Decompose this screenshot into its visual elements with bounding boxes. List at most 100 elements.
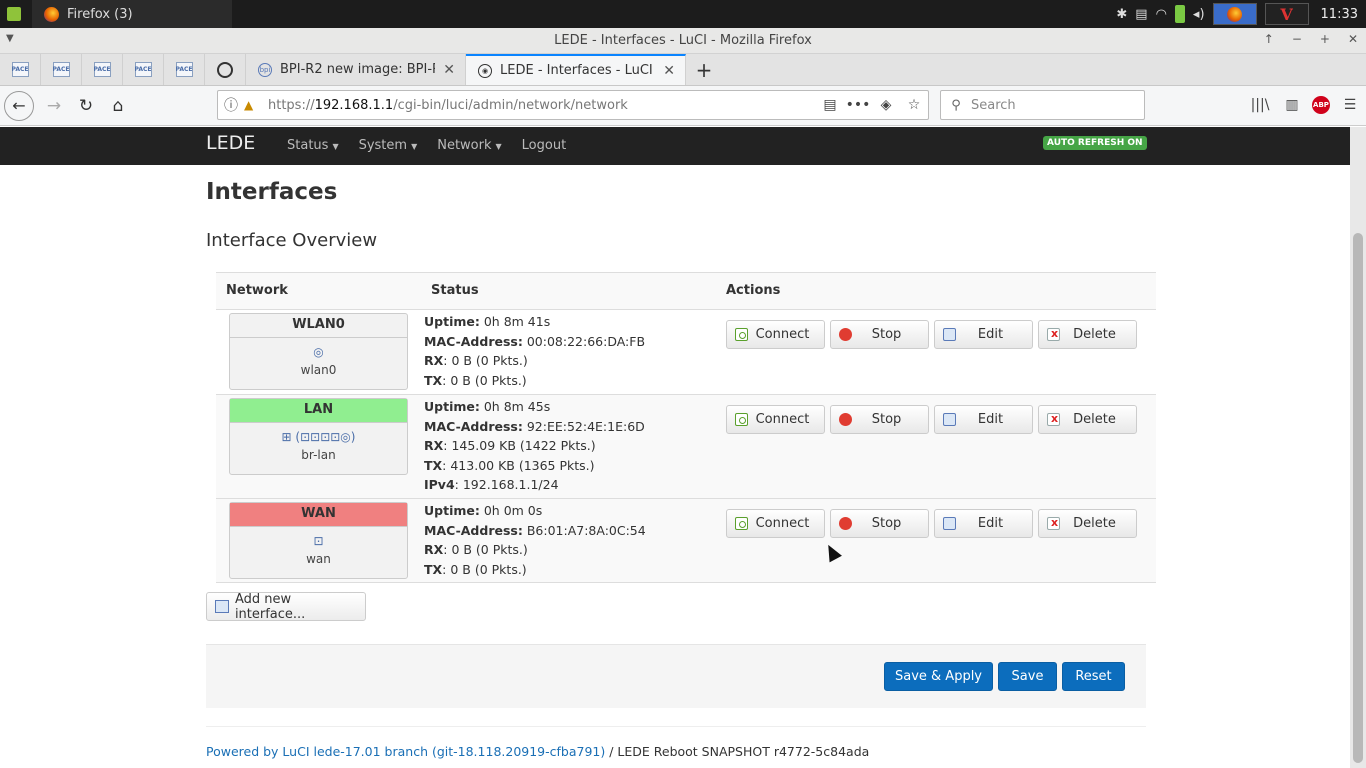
- connect-button[interactable]: Connect: [726, 320, 825, 349]
- reload-button[interactable]: ↻: [70, 90, 102, 122]
- page-title: Interfaces: [206, 179, 338, 205]
- forward-button[interactable]: →: [38, 90, 70, 122]
- edit-button[interactable]: Edit: [934, 405, 1033, 434]
- search-input[interactable]: ⚲ Search: [940, 90, 1145, 120]
- pinned-tab[interactable]: [205, 54, 246, 85]
- add-interface-button[interactable]: Add new interface...: [206, 592, 366, 622]
- new-tab-button[interactable]: +: [686, 54, 722, 85]
- home-button[interactable]: ⌂: [102, 90, 134, 122]
- luci-brand[interactable]: LEDE: [206, 132, 255, 154]
- menu-status[interactable]: Status ▼: [287, 138, 339, 153]
- insecure-lock-icon[interactable]: ▲: [244, 98, 262, 112]
- workspace-firefox-tile[interactable]: [1212, 3, 1257, 25]
- delete-button[interactable]: Delete: [1038, 320, 1137, 349]
- pinned-tab[interactable]: PACE: [164, 54, 205, 85]
- caret-down-icon: ▼: [495, 142, 502, 151]
- tab-bpi-r2[interactable]: bpi BPI-R2 new image: BPI-R2 ✕: [246, 54, 466, 85]
- delete-icon: [1047, 516, 1060, 530]
- os-taskbar: Firefox (3) ✱ ▤ ◠ ◂) V 11:33: [0, 0, 1366, 28]
- connect-button[interactable]: Connect: [726, 405, 825, 434]
- auto-refresh-badge[interactable]: AUTO REFRESH ON: [1043, 136, 1147, 150]
- search-placeholder: Search: [971, 97, 1016, 113]
- page-actions-icon[interactable]: •••: [844, 97, 872, 113]
- toolbar-extensions: |||\ ▥ ABP ☰: [1248, 90, 1362, 120]
- navigation-toolbar: ← → ↻ ⌂ ⓘ ▲ https://192.168.1.1/cgi-bin/…: [0, 86, 1366, 126]
- page-viewport: LEDE Status ▼ System ▼ Network ▼ Logout AUT…: [0, 127, 1350, 768]
- save-button[interactable]: Save: [998, 662, 1057, 691]
- pinned-tab[interactable]: PACE: [0, 54, 41, 85]
- workspace-vim-tile[interactable]: V: [1264, 3, 1309, 25]
- table-row: WAN ⊡ wan Uptime: 0h 0m 0s MAC-Address: …: [216, 499, 1156, 583]
- add-icon: [215, 600, 229, 613]
- tab-close-icon[interactable]: ✕: [663, 63, 675, 79]
- stop-icon: [839, 413, 852, 426]
- maximize-icon[interactable]: +: [1320, 32, 1330, 46]
- menu-logout[interactable]: Logout: [522, 138, 567, 153]
- library-icon[interactable]: |||\: [1248, 97, 1272, 113]
- interface-device: wlan0: [300, 363, 337, 377]
- pinned-tab[interactable]: PACE: [123, 54, 164, 85]
- edit-button[interactable]: Edit: [934, 320, 1033, 349]
- scrollbar-thumb[interactable]: [1353, 233, 1363, 763]
- edit-icon: [943, 413, 956, 426]
- bluetooth-icon[interactable]: ✱: [1116, 7, 1127, 22]
- tab-label: LEDE - Interfaces - LuCI: [500, 63, 653, 78]
- connect-button[interactable]: Connect: [726, 509, 825, 538]
- reset-button[interactable]: Reset: [1062, 662, 1125, 691]
- sidebar-icon[interactable]: ▥: [1280, 97, 1304, 113]
- pinned-tab[interactable]: PACE: [82, 54, 123, 85]
- header-status: Status: [431, 283, 479, 298]
- url-bar[interactable]: ⓘ ▲ https://192.168.1.1/cgi-bin/luci/adm…: [217, 90, 929, 120]
- edit-icon: [943, 517, 956, 530]
- taskbar-app-title: Firefox (3): [67, 6, 133, 22]
- luci-footer-link[interactable]: Powered by LuCI lede-17.01 branch (git-1…: [206, 744, 605, 759]
- tab-label: BPI-R2 new image: BPI-R2: [280, 62, 436, 77]
- clipboard-icon[interactable]: ▤: [1135, 7, 1147, 22]
- table-row: LAN ⊞ (⊡⊡⊡⊡◎) br-lan Uptime: 0h 8m 45s M…: [216, 395, 1156, 499]
- url-text[interactable]: https://192.168.1.1/cgi-bin/luci/admin/n…: [262, 98, 816, 113]
- refresh-icon: [735, 328, 748, 341]
- interface-status: Uptime: 0h 0m 0s MAC-Address: B6:01:A7:8…: [424, 503, 646, 577]
- row-actions: Connect Stop Edit Delete: [726, 320, 1137, 349]
- pinned-tab[interactable]: PACE: [41, 54, 82, 85]
- wifi-icon[interactable]: ◠: [1156, 7, 1167, 22]
- interface-table: Network Status Actions WLAN0 ◎ wlan0 Upt…: [216, 272, 1156, 583]
- stop-button[interactable]: Stop: [830, 509, 929, 538]
- table-row: WLAN0 ◎ wlan0 Uptime: 0h 8m 41s MAC-Addr…: [216, 310, 1156, 395]
- stop-button[interactable]: Stop: [830, 320, 929, 349]
- minimize-icon[interactable]: −: [1292, 32, 1302, 46]
- window-menu-icon[interactable]: ▼: [6, 33, 14, 44]
- back-button[interactable]: ←: [4, 90, 34, 121]
- menu-system[interactable]: System ▼: [359, 138, 418, 153]
- stop-button[interactable]: Stop: [830, 405, 929, 434]
- tab-close-icon[interactable]: ✕: [443, 62, 455, 78]
- menu-launcher[interactable]: [0, 0, 28, 28]
- adblock-plus-icon[interactable]: ABP: [1312, 96, 1330, 114]
- interface-device: br-lan: [301, 448, 336, 462]
- interface-box: WAN ⊡ wan: [229, 502, 408, 579]
- menu-network[interactable]: Network ▼: [437, 138, 501, 153]
- pace-favicon-icon: PACE: [52, 62, 70, 77]
- interface-name: LAN: [230, 399, 407, 423]
- battery-icon[interactable]: [1174, 5, 1185, 23]
- volume-icon[interactable]: ◂): [1193, 7, 1205, 22]
- pocket-icon[interactable]: ◈: [872, 97, 900, 113]
- interface-box: WLAN0 ◎ wlan0: [229, 313, 408, 390]
- table-header: Network Status Actions: [216, 272, 1156, 310]
- close-icon[interactable]: ✕: [1348, 32, 1358, 46]
- delete-button[interactable]: Delete: [1038, 509, 1137, 538]
- bookmark-star-icon[interactable]: ☆: [900, 97, 928, 113]
- page-scrollbar[interactable]: [1350, 127, 1366, 768]
- interface-name: WAN: [230, 503, 407, 527]
- tab-lede-interfaces[interactable]: ◉ LEDE - Interfaces - LuCI ✕: [466, 54, 686, 85]
- reader-view-icon[interactable]: ▤: [816, 97, 844, 113]
- taskbar-firefox-window[interactable]: Firefox (3): [32, 0, 232, 28]
- footer-version: / LEDE Reboot SNAPSHOT r4772-5c84ada: [605, 744, 870, 759]
- info-icon[interactable]: ⓘ: [218, 95, 244, 115]
- window-up-icon[interactable]: ↑: [1264, 32, 1274, 46]
- edit-icon: [943, 328, 956, 341]
- delete-button[interactable]: Delete: [1038, 405, 1137, 434]
- hamburger-menu-icon[interactable]: ☰: [1338, 97, 1362, 113]
- edit-button[interactable]: Edit: [934, 509, 1033, 538]
- save-apply-button[interactable]: Save & Apply: [884, 662, 993, 691]
